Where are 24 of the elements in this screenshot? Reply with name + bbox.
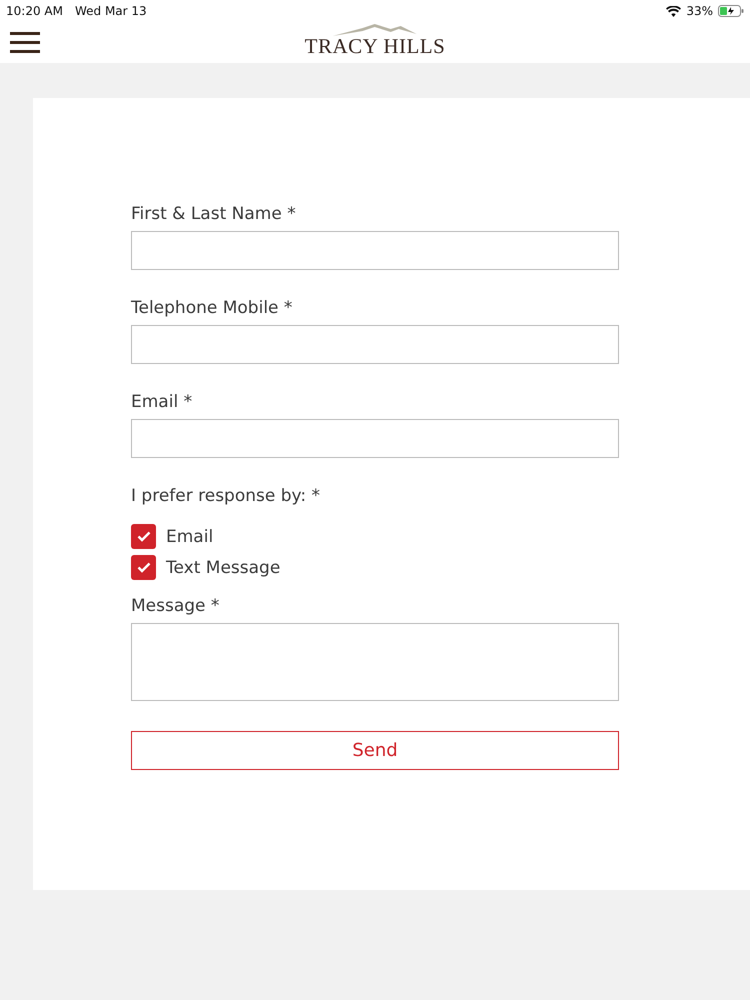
field-label: Email * [131,392,194,412]
battery-percent: 33% [686,4,713,18]
input-field[interactable] [131,231,619,270]
mountains-icon [333,24,417,36]
field-label: I prefer response by: * [131,486,321,506]
check-icon [136,562,150,573]
logo[interactable]: TRACY HILLS [304,36,446,57]
field-label: Message * [131,596,220,616]
message-field[interactable] [131,623,619,701]
menu-icon[interactable] [10,32,40,54]
status-date: Wed Mar 13 [74,4,147,18]
status-time: 10:20 AM [6,4,63,18]
option-label: Email [166,526,214,546]
input-field[interactable] [131,419,619,458]
checkbox[interactable] [131,555,156,580]
field-label: Telephone Mobile * [131,298,294,318]
check-icon [136,531,150,542]
field-label: First & Last Name * [131,204,297,224]
option-label: Text Message [166,558,280,578]
battery-icon [718,5,744,17]
wifi-icon [666,6,682,16]
input-field[interactable] [131,325,619,364]
send-button[interactable]: Send [131,731,619,770]
checkbox[interactable] [131,524,156,549]
